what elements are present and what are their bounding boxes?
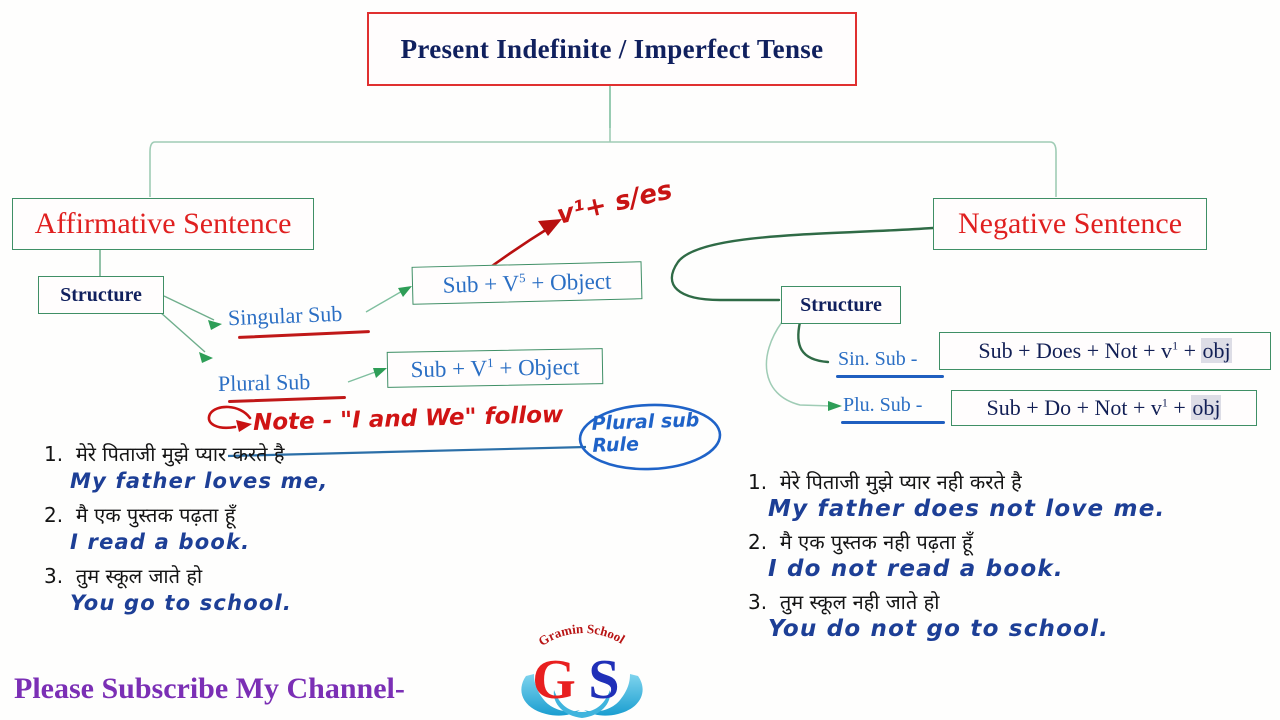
plural-sub-rule-line1: Plural sub <box>591 409 700 435</box>
example-hindi: 2. मै एक पुस्तक पढ़ता हूँ <box>44 503 236 527</box>
negative-plural-formula-mid: + <box>1167 395 1192 420</box>
example-english: You do not go to school. <box>768 616 1110 642</box>
affirmative-examples-list: 1. मेरे पिताजी मुझे प्यार करते है My fat… <box>44 440 328 623</box>
example-hindi: 2. मै एक पुस्तक नही पढ़ता हूँ <box>748 530 973 554</box>
page-title-box: Present Indefinite / Imperfect Tense <box>367 12 857 86</box>
list-item: 3. तुम स्कूल नही जाते हो You do not go t… <box>748 588 1165 642</box>
example-hindi: 3. तुम स्कूल नही जाते हो <box>748 590 940 614</box>
negative-singular-formula-obj: obj <box>1201 338 1232 363</box>
affirmative-sentence-heading: Affirmative Sentence <box>34 207 292 240</box>
verb-s-es-annotation: v¹+ s/es <box>554 175 676 231</box>
negative-structure-box: Structure <box>781 286 901 324</box>
negative-singular-formula: Sub + Does + Not + v1 + obj <box>978 338 1232 364</box>
logo-letter-s: S <box>588 649 619 711</box>
diagram-canvas: Present Indefinite / Imperfect Tense Aff… <box>0 0 1280 720</box>
example-hindi: 1. मेरे पिताजी मुझे प्यार करते है <box>44 442 285 466</box>
negative-singular-formula-prefix: Sub + Does + Not + v <box>978 338 1173 363</box>
negative-sentence-heading: Negative Sentence <box>957 207 1183 240</box>
affirmative-sentence-heading-box: Affirmative Sentence <box>12 198 314 250</box>
affirmative-plural-formula: Sub + V1 + Object <box>410 353 580 382</box>
negative-singular-sub-underline <box>836 375 944 378</box>
example-english: I read a book. <box>70 530 251 554</box>
example-english: You go to school. <box>70 591 293 615</box>
note-annotation: Note - "I and We" follow <box>252 401 564 437</box>
page-title: Present Indefinite / Imperfect Tense <box>400 33 824 64</box>
list-item: 1. मेरे पिताजी मुझे प्यार करते है My fat… <box>44 440 328 493</box>
plural-sub-rule-callout: Plural sub Rule <box>591 409 700 457</box>
negative-structure-label: Structure <box>800 293 882 316</box>
negative-plural-formula: Sub + Do + Not + v1 + obj <box>987 395 1222 421</box>
singular-sub-label: Singular Sub <box>227 300 343 331</box>
negative-plural-sub-underline <box>841 421 945 424</box>
affirmative-singular-formula-box: Sub + V5 + Object <box>411 261 643 305</box>
negative-singular-formula-mid: + <box>1178 338 1202 363</box>
logo-arc-text: Gramin School <box>536 624 629 649</box>
example-english: I do not read a book. <box>768 556 1064 582</box>
negative-examples-list: 1. मेरे पिताजी मुझे प्यार नही करते है My… <box>748 468 1165 648</box>
plural-sub-label: Plural Sub <box>217 369 311 396</box>
negative-plural-formula-box: Sub + Do + Not + v1 + obj <box>951 390 1257 426</box>
affirmative-structure-label: Structure <box>60 283 142 306</box>
plural-sub-rule-line2: Rule <box>591 433 640 457</box>
affirmative-plural-formula-box: Sub + V1 + Object <box>386 348 604 388</box>
list-item: 2. मै एक पुस्तक नही पढ़ता हूँ I do not r… <box>748 528 1165 582</box>
example-english: My father loves me, <box>70 469 329 493</box>
affirmative-structure-box: Structure <box>38 276 164 314</box>
plural-sub-underline <box>227 395 347 404</box>
list-item: 2. मै एक पुस्तक पढ़ता हूँ I read a book. <box>44 501 328 554</box>
example-hindi: 1. मेरे पिताजी मुझे प्यार नही करते है <box>748 470 1022 494</box>
list-item: 1. मेरे पिताजी मुझे प्यार नही करते है My… <box>748 468 1165 522</box>
negative-sentence-heading-box: Negative Sentence <box>933 198 1207 250</box>
logo-letter-g: G <box>532 649 576 711</box>
list-item: 3. तुम स्कूल जाते हो You go to school. <box>44 562 328 615</box>
affirmative-singular-formula: Sub + V5 + Object <box>442 268 612 298</box>
negative-singular-formula-box: Sub + Does + Not + v1 + obj <box>939 332 1271 370</box>
example-hindi: 3. तुम स्कूल जाते हो <box>44 564 203 588</box>
gramin-school-logo: G S Gramin School <box>521 624 643 718</box>
example-english: My father does not love me. <box>768 496 1166 522</box>
negative-singular-sub-label: Sin. Sub - <box>838 348 918 370</box>
negative-plural-sub-label: Plu. Sub - <box>843 394 923 416</box>
negative-plural-formula-prefix: Sub + Do + Not + v <box>986 395 1162 420</box>
negative-plural-formula-obj: obj <box>1191 395 1222 420</box>
singular-sub-underline <box>237 330 371 339</box>
subscribe-call-to-action: Please Subscribe My Channel- <box>14 672 405 705</box>
